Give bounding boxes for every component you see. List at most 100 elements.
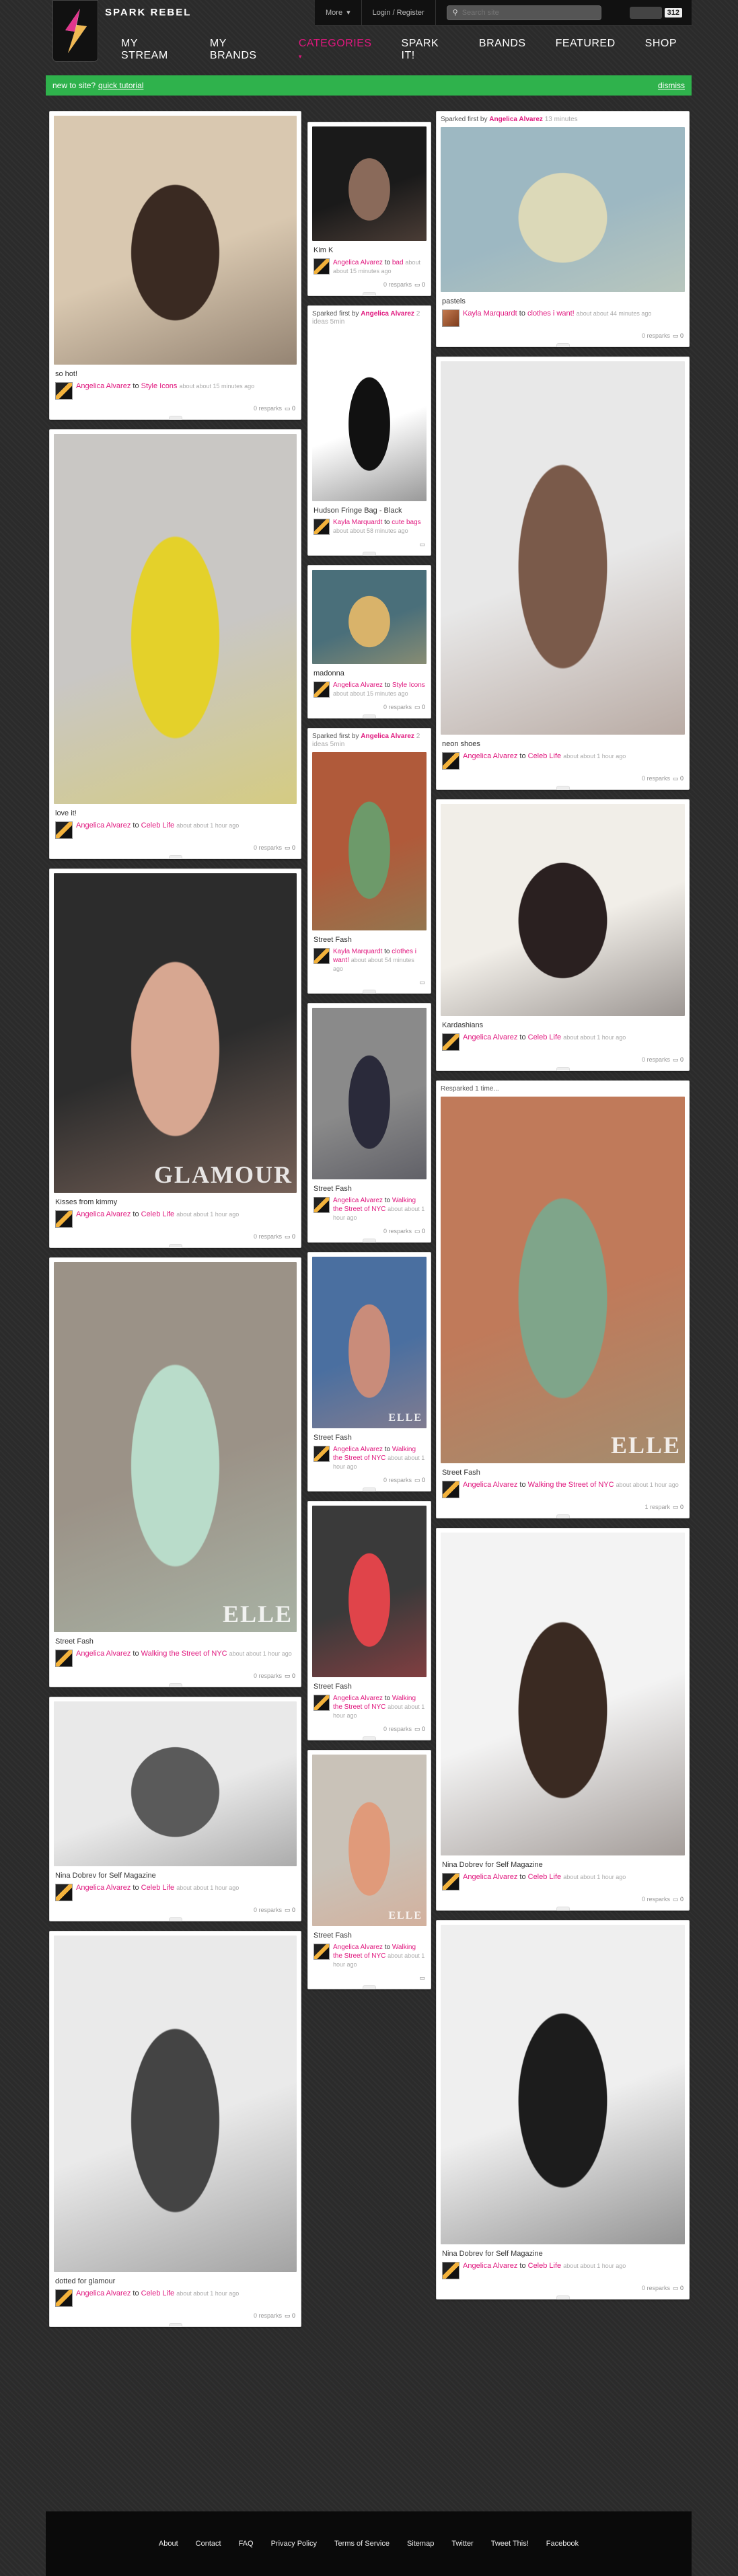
user-link[interactable]: Angelica Alvarez bbox=[333, 259, 383, 266]
user-link[interactable]: Kayla Marquardt bbox=[333, 948, 382, 955]
pin-photo[interactable]: GLAMOUR bbox=[54, 873, 297, 1193]
user-link[interactable]: Angelica Alvarez bbox=[333, 1944, 383, 1951]
pin-photo[interactable] bbox=[54, 116, 297, 365]
board-link[interactable]: Celeb Life bbox=[528, 752, 562, 760]
user-link[interactable]: Angelica Alvarez bbox=[463, 2262, 517, 2270]
pin-expand-tab[interactable] bbox=[168, 416, 182, 420]
pin-photo[interactable]: ELLE bbox=[312, 1755, 427, 1926]
pin-expand-tab[interactable] bbox=[168, 1683, 182, 1687]
comment-icon[interactable]: ▭ bbox=[419, 541, 425, 548]
pin-card[interactable]: Kardashians Angelica Alvarez to Celeb Lif… bbox=[436, 799, 690, 1071]
avatar[interactable] bbox=[313, 1944, 330, 1960]
footer-link-privacy-policy[interactable]: Privacy Policy bbox=[271, 2540, 317, 2548]
nav-item-my-brands[interactable]: My Brands bbox=[195, 38, 284, 62]
respark-count[interactable]: 0 resparks bbox=[642, 1896, 670, 1903]
pin-expand-tab[interactable] bbox=[363, 1239, 376, 1243]
comment-icon[interactable]: ▭ 0 bbox=[414, 1477, 425, 1484]
pin-photo[interactable] bbox=[312, 570, 427, 664]
pin-card[interactable]: Sparked first by Angelica Alvarez 2 idea… bbox=[307, 305, 431, 556]
pin-card[interactable]: madonna Angelica Alvarez to Style Icons a… bbox=[307, 565, 431, 719]
avatar[interactable] bbox=[313, 519, 330, 535]
search-input[interactable] bbox=[462, 8, 590, 17]
pin-card[interactable]: neon shoes Angelica Alvarez to Celeb Life… bbox=[436, 357, 690, 790]
respark-count[interactable]: 0 resparks bbox=[383, 1477, 412, 1483]
board-link[interactable]: Style Icons bbox=[141, 382, 178, 390]
footer-link-facebook[interactable]: Facebook bbox=[546, 2540, 579, 2548]
avatar[interactable] bbox=[55, 1210, 73, 1228]
pin-photo[interactable] bbox=[312, 126, 427, 241]
board-link[interactable]: clothes i want! bbox=[527, 309, 575, 318]
pin-card[interactable]: Nina Dobrev for Self Magazine Angelica Al… bbox=[49, 1697, 301, 1921]
user-link[interactable]: Angelica Alvarez bbox=[463, 752, 517, 760]
board-link[interactable]: Celeb Life bbox=[528, 2262, 562, 2270]
comment-icon[interactable]: ▭ 0 bbox=[285, 2312, 295, 2320]
pin-photo[interactable] bbox=[441, 1533, 685, 1855]
avatar[interactable] bbox=[313, 258, 330, 274]
pin-expand-tab[interactable] bbox=[363, 1736, 376, 1740]
nav-item-spark-it-[interactable]: Spark It! bbox=[387, 38, 464, 62]
pin-photo[interactable] bbox=[54, 1701, 297, 1866]
respark-count[interactable]: 0 resparks bbox=[642, 775, 670, 782]
comment-icon[interactable]: ▭ 0 bbox=[673, 775, 684, 782]
avatar[interactable] bbox=[55, 382, 73, 400]
respark-count[interactable]: 0 resparks bbox=[383, 1228, 412, 1235]
footer-link-twitter[interactable]: Twitter bbox=[451, 2540, 473, 2548]
footer-link-faq[interactable]: FAQ bbox=[239, 2540, 254, 2548]
footer-link-terms-of-service[interactable]: Terms of Service bbox=[334, 2540, 390, 2548]
nav-item-featured[interactable]: Featured bbox=[541, 38, 630, 62]
pin-expand-tab[interactable] bbox=[168, 2323, 182, 2327]
user-link[interactable]: Angelica Alvarez bbox=[463, 1033, 517, 1041]
board-link[interactable]: Celeb Life bbox=[141, 821, 175, 830]
user-link[interactable]: Kayla Marquardt bbox=[333, 519, 382, 526]
comment-icon[interactable]: ▭ 0 bbox=[414, 704, 425, 711]
comment-icon[interactable]: ▭ 0 bbox=[414, 1228, 425, 1235]
board-link[interactable]: Style Icons bbox=[392, 682, 425, 689]
pin-expand-tab[interactable] bbox=[556, 1067, 570, 1071]
pin-card[interactable]: GLAMOUR Kisses from kimmy Angelica Alvarez… bbox=[49, 869, 301, 1248]
board-link[interactable]: bad bbox=[392, 259, 404, 266]
logo[interactable] bbox=[52, 0, 98, 62]
avatar[interactable] bbox=[55, 2289, 73, 2307]
pin-expand-tab[interactable] bbox=[556, 2295, 570, 2299]
avatar[interactable] bbox=[55, 1650, 73, 1667]
comment-icon[interactable]: ▭ bbox=[419, 1975, 425, 1982]
respark-count[interactable]: 0 resparks bbox=[383, 704, 412, 710]
pin-photo[interactable]: ELLE bbox=[441, 1097, 685, 1463]
board-link[interactable]: Celeb Life bbox=[528, 1873, 562, 1881]
pin-expand-tab[interactable] bbox=[556, 343, 570, 347]
pin-expand-tab[interactable] bbox=[168, 1244, 182, 1248]
avatar[interactable] bbox=[442, 752, 459, 770]
user-link[interactable]: Angelica Alvarez bbox=[463, 1481, 517, 1489]
board-link[interactable]: Celeb Life bbox=[141, 2289, 175, 2297]
user-link[interactable]: Angelica Alvarez bbox=[76, 1650, 131, 1658]
pin-photo[interactable] bbox=[312, 1506, 427, 1677]
avatar[interactable] bbox=[55, 821, 73, 839]
pin-photo[interactable] bbox=[54, 1936, 297, 2272]
respark-count[interactable]: 0 resparks bbox=[254, 1233, 282, 1240]
nav-item-brands[interactable]: Brands bbox=[464, 38, 541, 62]
pin-card[interactable]: Nina Dobrev for Self Magazine Angelica Al… bbox=[436, 1528, 690, 1911]
board-link[interactable]: Walking the Street of NYC bbox=[528, 1481, 614, 1489]
avatar[interactable] bbox=[442, 1033, 459, 1051]
footer-link-about[interactable]: About bbox=[159, 2540, 178, 2548]
pin-card[interactable]: Resparked 1 time... ELLE Street Fash Angeli… bbox=[436, 1080, 690, 1518]
user-link[interactable]: Kayla Marquardt bbox=[463, 309, 517, 318]
pin-photo[interactable] bbox=[441, 361, 685, 735]
comment-icon[interactable]: ▭ 0 bbox=[285, 1233, 295, 1241]
login-register-link[interactable]: Login / Register bbox=[362, 0, 436, 25]
pin-card[interactable]: love it! Angelica Alvarez to Celeb Life a… bbox=[49, 429, 301, 859]
pin-expand-tab[interactable] bbox=[556, 1907, 570, 1911]
user-link[interactable]: Angelica Alvarez bbox=[76, 2289, 131, 2297]
comment-icon[interactable]: ▭ 0 bbox=[673, 1504, 684, 1511]
user-link[interactable]: Angelica Alvarez bbox=[76, 1884, 131, 1892]
pin-expand-tab[interactable] bbox=[168, 1917, 182, 1921]
dismiss-link[interactable]: dismiss bbox=[658, 81, 685, 90]
more-menu[interactable]: More ▾ bbox=[315, 0, 362, 25]
nav-item-categories[interactable]: Categories ▾ bbox=[284, 38, 387, 62]
pin-photo[interactable] bbox=[312, 752, 427, 930]
avatar[interactable] bbox=[442, 309, 459, 327]
pin-photo[interactable] bbox=[312, 330, 427, 501]
pin-expand-tab[interactable] bbox=[363, 714, 376, 719]
user-link[interactable]: Angelica Alvarez bbox=[76, 821, 131, 830]
respark-count[interactable]: 1 respark bbox=[644, 1504, 670, 1510]
